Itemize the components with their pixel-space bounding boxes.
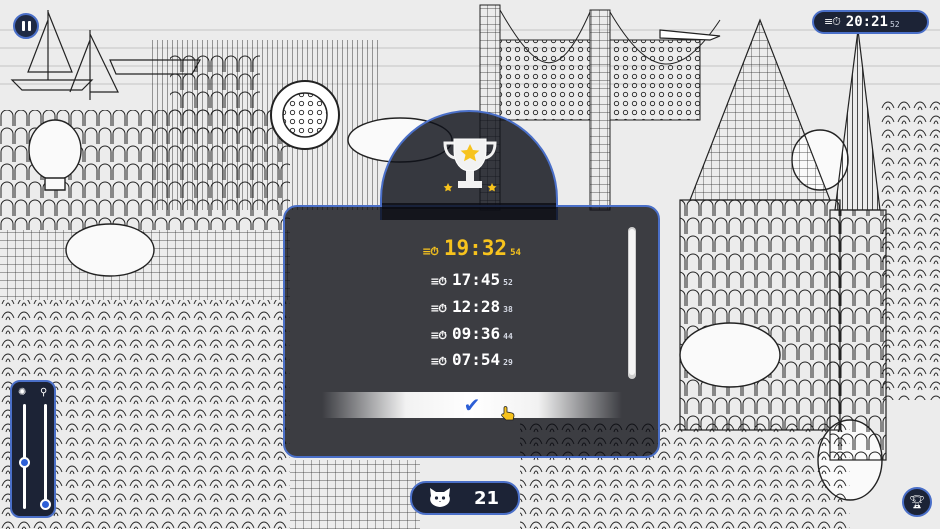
achievements-button[interactable]: 🏆︎ — [902, 487, 932, 517]
best-time-row: ≡⏱ 19:32 54 — [283, 236, 660, 260]
stopwatch-icon: ≡⏱ — [430, 355, 447, 368]
trophy-icon — [443, 138, 497, 192]
pause-button[interactable] — [13, 13, 39, 39]
trophy-icon: 🏆︎ — [908, 494, 926, 510]
list-item: ≡⏱ 07:54 29 — [430, 350, 513, 369]
cats-found-count: 21 — [474, 487, 500, 509]
best-time-ms: 54 — [510, 248, 521, 258]
magnifier-icon: ⚲ — [40, 387, 48, 398]
zoom-slider[interactable] — [44, 404, 47, 509]
scrollbar-thumb[interactable] — [629, 229, 635, 375]
checkmark-icon: ✔ — [463, 393, 481, 417]
confirm-button[interactable]: ✔ — [322, 392, 622, 418]
zoom-brightness-panel: ✺ ⚲ — [10, 380, 56, 518]
cat-face-icon — [428, 487, 452, 509]
elapsed-ms: 52 — [889, 20, 900, 29]
zoom-slider-knob[interactable] — [40, 498, 51, 510]
stopwatch-icon: ≡⏱ — [430, 302, 447, 315]
list-item: ≡⏱ 17:45 52 — [430, 270, 513, 289]
elapsed-time: 20:21 — [845, 14, 888, 30]
stopwatch-icon: ≡⏱ — [430, 329, 447, 342]
pause-icon — [21, 21, 25, 31]
list-item: ≡⏱ 12:28 38 — [430, 297, 513, 316]
stopwatch-icon: ≡⏱ — [422, 245, 439, 258]
list-item: ≡⏱ 09:36 44 — [430, 324, 513, 343]
stopwatch-icon: ≡⏱ — [430, 275, 447, 288]
stopwatch-icon: ≡⏱ — [824, 15, 841, 28]
best-time: 19:32 — [443, 236, 508, 260]
score-list-scrollbar[interactable] — [628, 227, 636, 379]
brightness-slider-knob[interactable] — [19, 456, 30, 468]
elapsed-timer: ≡⏱ 20:21 52 — [812, 10, 929, 34]
pointer-hand-icon — [501, 406, 515, 421]
cats-found-counter: 21 — [410, 481, 520, 515]
sun-icon: ✺ — [18, 387, 27, 398]
